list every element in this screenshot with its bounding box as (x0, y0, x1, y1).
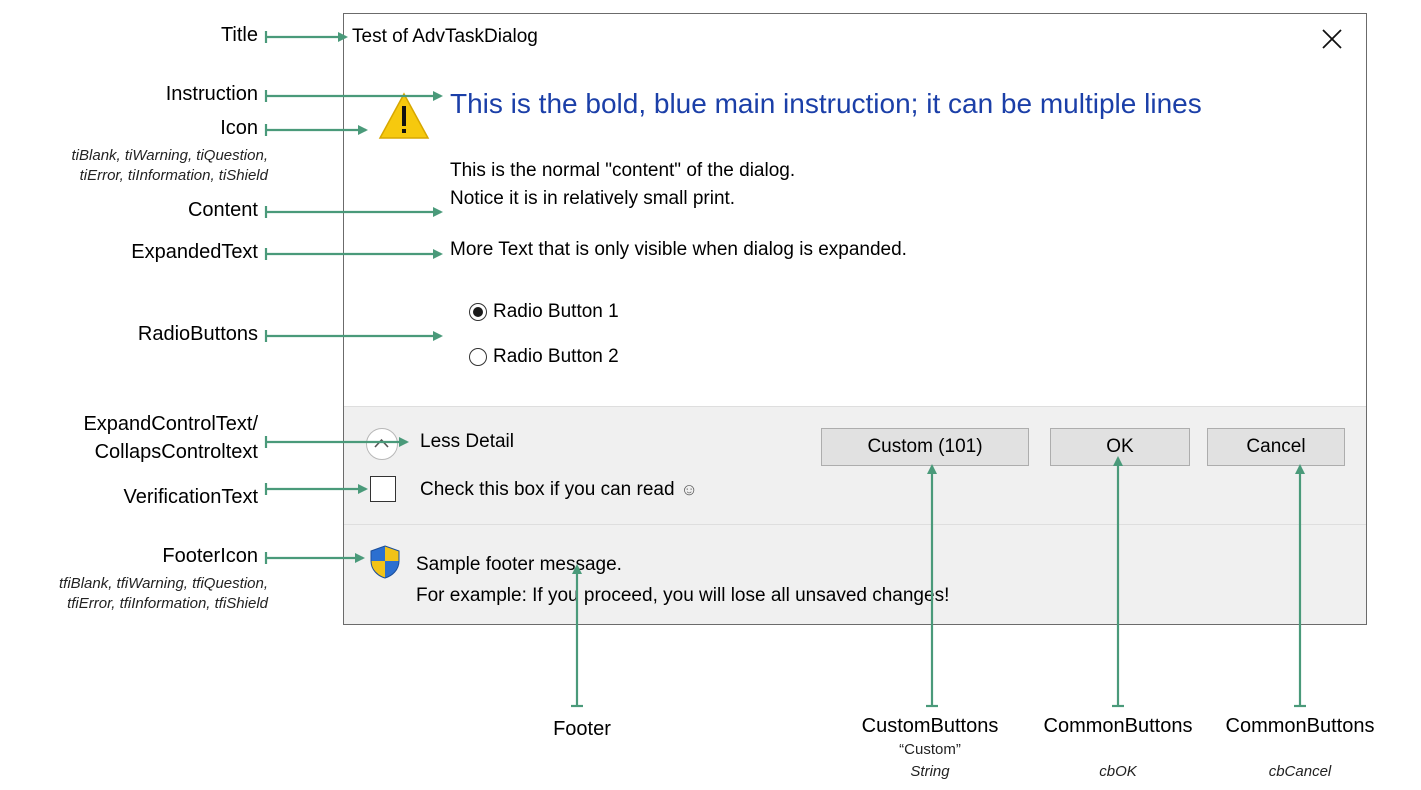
arrow-content (264, 206, 443, 218)
arrow-verification (264, 483, 368, 495)
arrow-common-buttons-ok (1112, 456, 1124, 708)
arrow-footer (571, 564, 583, 708)
arrow-icon (264, 124, 368, 136)
arrow-title (264, 31, 348, 43)
arrow-expanded-text (264, 248, 443, 260)
arrow-instruction (264, 90, 443, 102)
arrow-expand-control (264, 436, 409, 448)
arrow-footer-icon (264, 552, 365, 564)
arrow-radio-buttons (264, 330, 443, 342)
arrow-custom-buttons (926, 464, 938, 708)
arrow-common-buttons-cancel (1294, 464, 1306, 708)
annotation-arrows (264, 31, 1306, 708)
